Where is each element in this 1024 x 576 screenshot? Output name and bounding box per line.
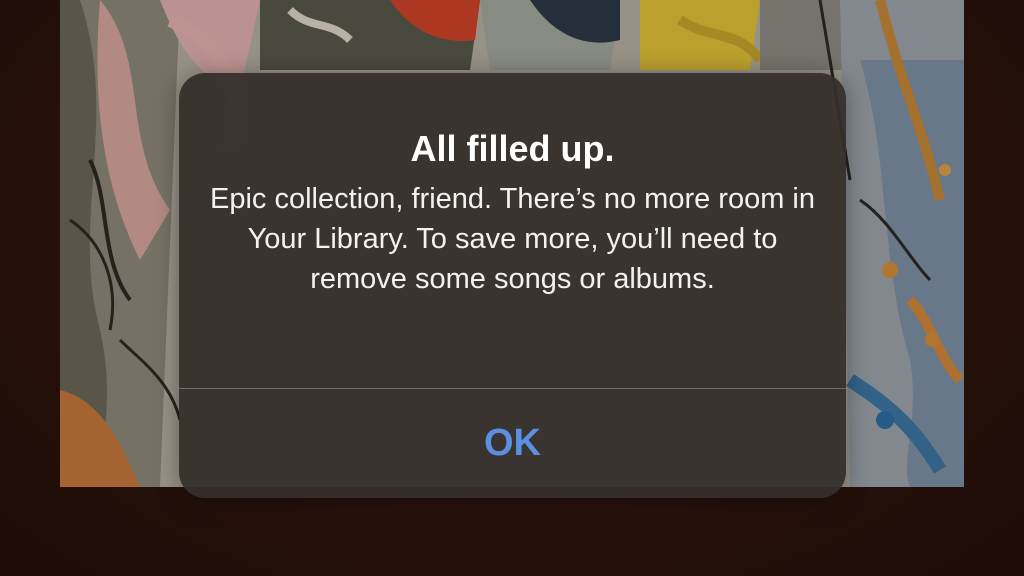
alert-message: Epic collection, friend. There’s no more…	[210, 183, 815, 295]
ok-button[interactable]: OK	[179, 389, 846, 498]
alert-title: All filled up.	[410, 128, 615, 169]
screen: All filled up. Epic collection, friend. …	[0, 0, 1024, 576]
alert-dialog: All filled up. Epic collection, friend. …	[179, 73, 846, 498]
